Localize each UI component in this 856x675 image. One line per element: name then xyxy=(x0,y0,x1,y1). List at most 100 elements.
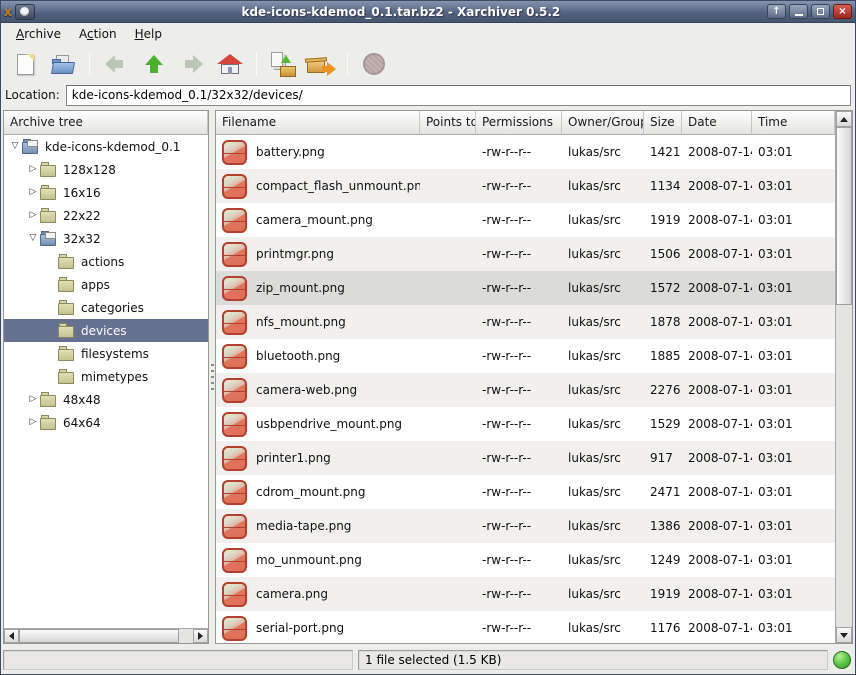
tree-item-kde-icons-kdemod_0.1[interactable]: ▽kde-icons-kdemod_0.1 xyxy=(4,135,208,158)
tree-item-64x64[interactable]: ▷64x64 xyxy=(4,411,208,434)
time-cell: 03:01 xyxy=(752,417,835,431)
tree-item-categories[interactable]: categories xyxy=(4,296,208,319)
minimize-button[interactable] xyxy=(789,4,808,19)
owner-group-cell: lukas/src xyxy=(562,349,644,363)
column-header-owner-group[interactable]: Owner/Group xyxy=(562,111,644,135)
filelist-vscrollbar[interactable] xyxy=(835,111,852,643)
hscrollbar-thumb[interactable] xyxy=(19,629,179,643)
tree-item-actions[interactable]: actions xyxy=(4,250,208,273)
tree-item-mimetypes[interactable]: mimetypes xyxy=(4,365,208,388)
forward-button[interactable] xyxy=(174,48,210,80)
file-row-printer1.png[interactable]: printer1.png-rw-r--r--lukas/src9172008-0… xyxy=(216,441,835,475)
menu-archive[interactable]: Archive xyxy=(7,25,70,43)
filename-label: mo_unmount.png xyxy=(256,553,362,567)
tree-item-16x16[interactable]: ▷16x16 xyxy=(4,181,208,204)
file-row-cdrom_mount.png[interactable]: cdrom_mount.png-rw-r--r--lukas/src247120… xyxy=(216,475,835,509)
column-header-permissions[interactable]: Permissions xyxy=(476,111,562,135)
archive-tree-header[interactable]: Archive tree xyxy=(4,111,208,135)
time-cell: 03:01 xyxy=(752,519,835,533)
expander-expanded-icon[interactable]: ▽ xyxy=(26,234,40,243)
file-row-printmgr.png[interactable]: printmgr.png-rw-r--r--lukas/src15062008-… xyxy=(216,237,835,271)
file-row-camera_mount.png[interactable]: camera_mount.png-rw-r--r--lukas/src19192… xyxy=(216,203,835,237)
permissions-cell: -rw-r--r-- xyxy=(476,213,562,227)
file-row-camera.png[interactable]: camera.png-rw-r--r--lukas/src19192008-07… xyxy=(216,577,835,611)
file-row-nfs_mount.png[interactable]: nfs_mount.png-rw-r--r--lukas/src18782008… xyxy=(216,305,835,339)
scroll-up-button[interactable] xyxy=(836,111,852,127)
menu-action[interactable]: Action xyxy=(70,25,126,43)
filename-cell: camera-web.png xyxy=(216,378,420,403)
tree-item-48x48[interactable]: ▷48x48 xyxy=(4,388,208,411)
filename-label: battery.png xyxy=(256,145,325,159)
image-file-icon xyxy=(222,310,247,335)
minimize-icon xyxy=(795,14,803,16)
file-row-camera-web.png[interactable]: camera-web.png-rw-r--r--lukas/src2276200… xyxy=(216,373,835,407)
close-button[interactable]: × xyxy=(833,4,852,19)
file-row-mo_unmount.png[interactable]: mo_unmount.png-rw-r--r--lukas/src1249200… xyxy=(216,543,835,577)
folder-icon xyxy=(40,188,56,200)
add-files-button[interactable] xyxy=(265,48,301,80)
tree-item-apps[interactable]: apps xyxy=(4,273,208,296)
filename-cell: nfs_mount.png xyxy=(216,310,420,335)
vscrollbar-thumb[interactable] xyxy=(836,127,852,305)
up-button[interactable] xyxy=(136,48,172,80)
tree-item-128x128[interactable]: ▷128x128 xyxy=(4,158,208,181)
back-button[interactable] xyxy=(98,48,134,80)
hscrollbar-track[interactable] xyxy=(19,629,193,643)
expander-collapsed-icon[interactable]: ▷ xyxy=(26,211,40,220)
scroll-down-button[interactable] xyxy=(836,627,852,643)
column-header-size[interactable]: Size xyxy=(644,111,682,135)
filename-cell: cdrom_mount.png xyxy=(216,480,420,505)
expander-collapsed-icon[interactable]: ▷ xyxy=(26,165,40,174)
filename-label: camera.png xyxy=(256,587,328,601)
tree-item-32x32[interactable]: ▽32x32 xyxy=(4,227,208,250)
sidebar-hscrollbar[interactable] xyxy=(4,628,208,643)
window-title: kde-icons-kdemod_0.1.tar.bz2 - Xarchiver… xyxy=(38,5,764,19)
permissions-cell: -rw-r--r-- xyxy=(476,485,562,499)
filename-cell: serial-port.png xyxy=(216,616,420,641)
file-row-serial-port.png[interactable]: serial-port.png-rw-r--r--lukas/src117620… xyxy=(216,611,835,643)
tree-item-filesystems[interactable]: filesystems xyxy=(4,342,208,365)
scroll-right-button[interactable] xyxy=(193,629,208,643)
size-cell: 2471 xyxy=(644,485,682,499)
vscrollbar-track[interactable] xyxy=(836,127,852,627)
column-header-points-to[interactable]: Points to xyxy=(420,111,476,135)
column-header-filename[interactable]: Filename xyxy=(216,111,420,135)
filename-cell: zip_mount.png xyxy=(216,276,420,301)
tree-item-devices[interactable]: devices xyxy=(4,319,208,342)
home-button[interactable] xyxy=(212,48,248,80)
expander-expanded-icon[interactable]: ▽ xyxy=(8,142,22,151)
file-row-compact_flash_unmount.png[interactable]: compact_flash_unmount.png-rw-r--r--lukas… xyxy=(216,169,835,203)
close-icon: × xyxy=(838,7,846,17)
date-cell: 2008-07-14 xyxy=(682,451,752,465)
image-file-icon xyxy=(222,616,247,641)
date-cell: 2008-07-14 xyxy=(682,519,752,533)
time-cell: 03:01 xyxy=(752,485,835,499)
file-row-zip_mount.png[interactable]: zip_mount.png-rw-r--r--lukas/src15722008… xyxy=(216,271,835,305)
file-row-bluetooth.png[interactable]: bluetooth.png-rw-r--r--lukas/src18852008… xyxy=(216,339,835,373)
scroll-left-button[interactable] xyxy=(4,629,19,643)
menu-help[interactable]: Help xyxy=(126,25,171,43)
maximize-button[interactable] xyxy=(811,4,830,19)
filename-label: nfs_mount.png xyxy=(256,315,346,329)
owner-group-cell: lukas/src xyxy=(562,247,644,261)
size-cell: 917 xyxy=(644,451,682,465)
tree-item-22x22[interactable]: ▷22x22 xyxy=(4,204,208,227)
new-archive-button[interactable] xyxy=(7,48,43,80)
file-row-battery.png[interactable]: battery.png-rw-r--r--lukas/src14212008-0… xyxy=(216,135,835,169)
filename-label: compact_flash_unmount.png xyxy=(256,179,420,193)
expander-collapsed-icon[interactable]: ▷ xyxy=(26,418,40,427)
window-menu-button[interactable] xyxy=(15,4,35,20)
column-header-date[interactable]: Date xyxy=(682,111,752,135)
extract-button[interactable] xyxy=(303,48,339,80)
expander-collapsed-icon[interactable]: ▷ xyxy=(26,188,40,197)
shade-button[interactable]: ↑ xyxy=(767,4,786,19)
open-archive-button[interactable] xyxy=(45,48,81,80)
expander-collapsed-icon[interactable]: ▷ xyxy=(26,395,40,404)
file-row-usbpendrive_mount.png[interactable]: usbpendrive_mount.png-rw-r--r--lukas/src… xyxy=(216,407,835,441)
home-icon xyxy=(217,54,243,75)
file-row-media-tape.png[interactable]: media-tape.png-rw-r--r--lukas/src1386200… xyxy=(216,509,835,543)
titlebar[interactable]: x kde-icons-kdemod_0.1.tar.bz2 - Xarchiv… xyxy=(1,1,855,23)
location-input[interactable] xyxy=(66,85,851,106)
column-header-time[interactable]: Time xyxy=(752,111,835,135)
stop-button[interactable] xyxy=(356,48,392,80)
